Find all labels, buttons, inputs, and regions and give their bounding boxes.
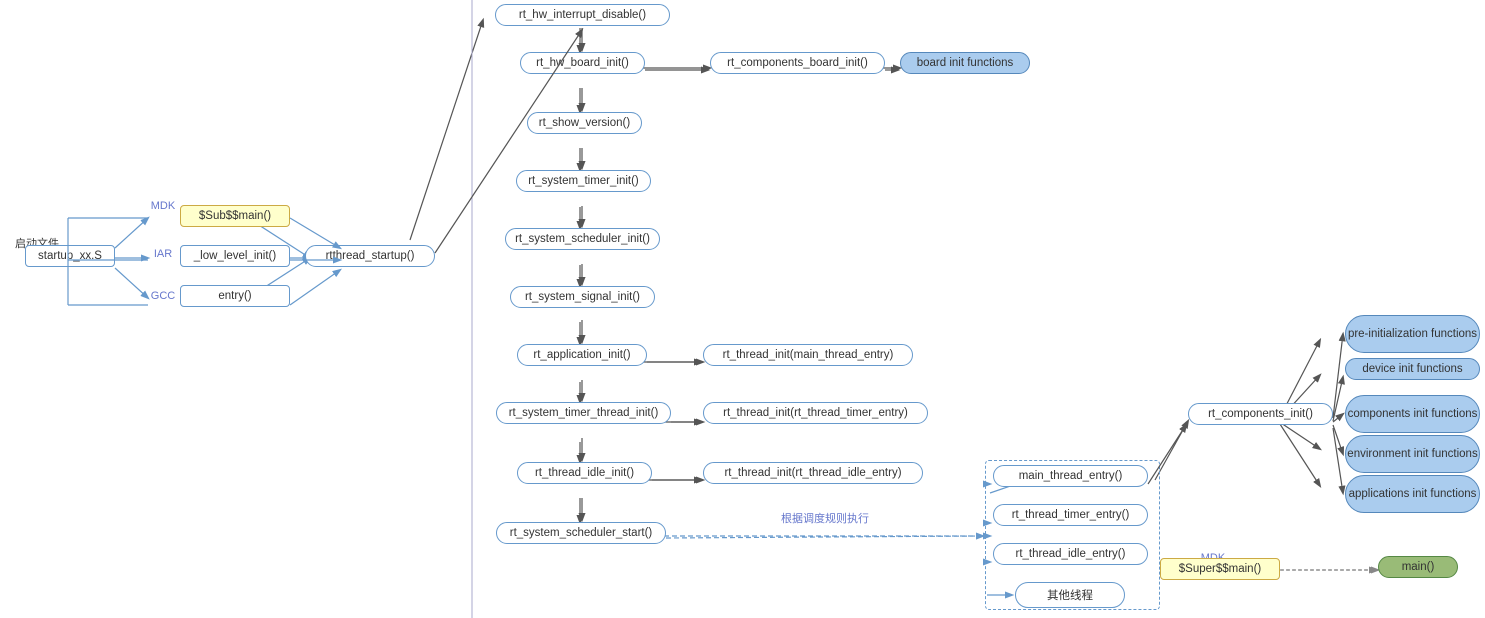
mdk-label: MDK [148,200,178,212]
gcc-label: GCC [148,290,178,302]
thread-init-idle-node: rt_thread_init(rt_thread_idle_entry) [703,462,923,484]
components-init-node: rt_components_init() [1188,403,1333,425]
application-init-node: rt_application_init() [517,344,647,366]
startup-xx-node: startup_xx.S [25,245,115,267]
system-timer-thread-init-node: rt_system_timer_thread_init() [496,402,671,424]
show-version-node: rt_show_version() [527,112,642,134]
system-signal-init-node: rt_system_signal_init() [510,286,655,308]
system-scheduler-start-node: rt_system_scheduler_start() [496,522,666,544]
main-thread-entry-node: main_thread_entry() [993,465,1148,487]
system-timer-init-node: rt_system_timer_init() [516,170,651,192]
components-board-init-node: rt_components_board_init() [710,52,885,74]
pre-init-functions-node: pre-initialization functions [1345,315,1480,353]
components-init-functions-node: components init functions [1345,395,1480,433]
diagram: 启动文件 startup_xx.S MDK IAR GCC $Sub$$main… [0,0,1485,618]
rtthread-startup-node: rtthread_startup() [305,245,435,267]
sub-main-node: $Sub$$main() [180,205,290,227]
rt-thread-idle-entry-node: rt_thread_idle_entry() [993,543,1148,565]
app-init-functions-node: applications init functions [1345,475,1480,513]
thread-idle-init-node: rt_thread_idle_init() [517,462,652,484]
schedule-label: 根据调度规则执行 [760,510,890,526]
rt-thread-timer-entry-node: rt_thread_timer_entry() [993,504,1148,526]
thread-init-timer-node: rt_thread_init(rt_thread_timer_entry) [703,402,928,424]
entry-node: entry() [180,285,290,307]
board-init-functions-node: board init functions [900,52,1030,74]
hw-interrupt-disable-node: rt_hw_interrupt_disable() [495,4,670,26]
low-level-init-node: _low_level_init() [180,245,290,267]
other-threads-node: 其他线程 [1015,582,1125,608]
main-func-node: main() [1378,556,1458,578]
super-main-node: $Super$$main() [1160,558,1280,580]
hw-board-init-node: rt_hw_board_init() [520,52,645,74]
device-init-functions-node: device init functions [1345,358,1480,380]
env-init-functions-node: environment init functions [1345,435,1480,473]
system-scheduler-init-node: rt_system_scheduler_init() [505,228,660,250]
thread-init-main-node: rt_thread_init(main_thread_entry) [703,344,913,366]
iar-label: IAR [148,248,178,260]
